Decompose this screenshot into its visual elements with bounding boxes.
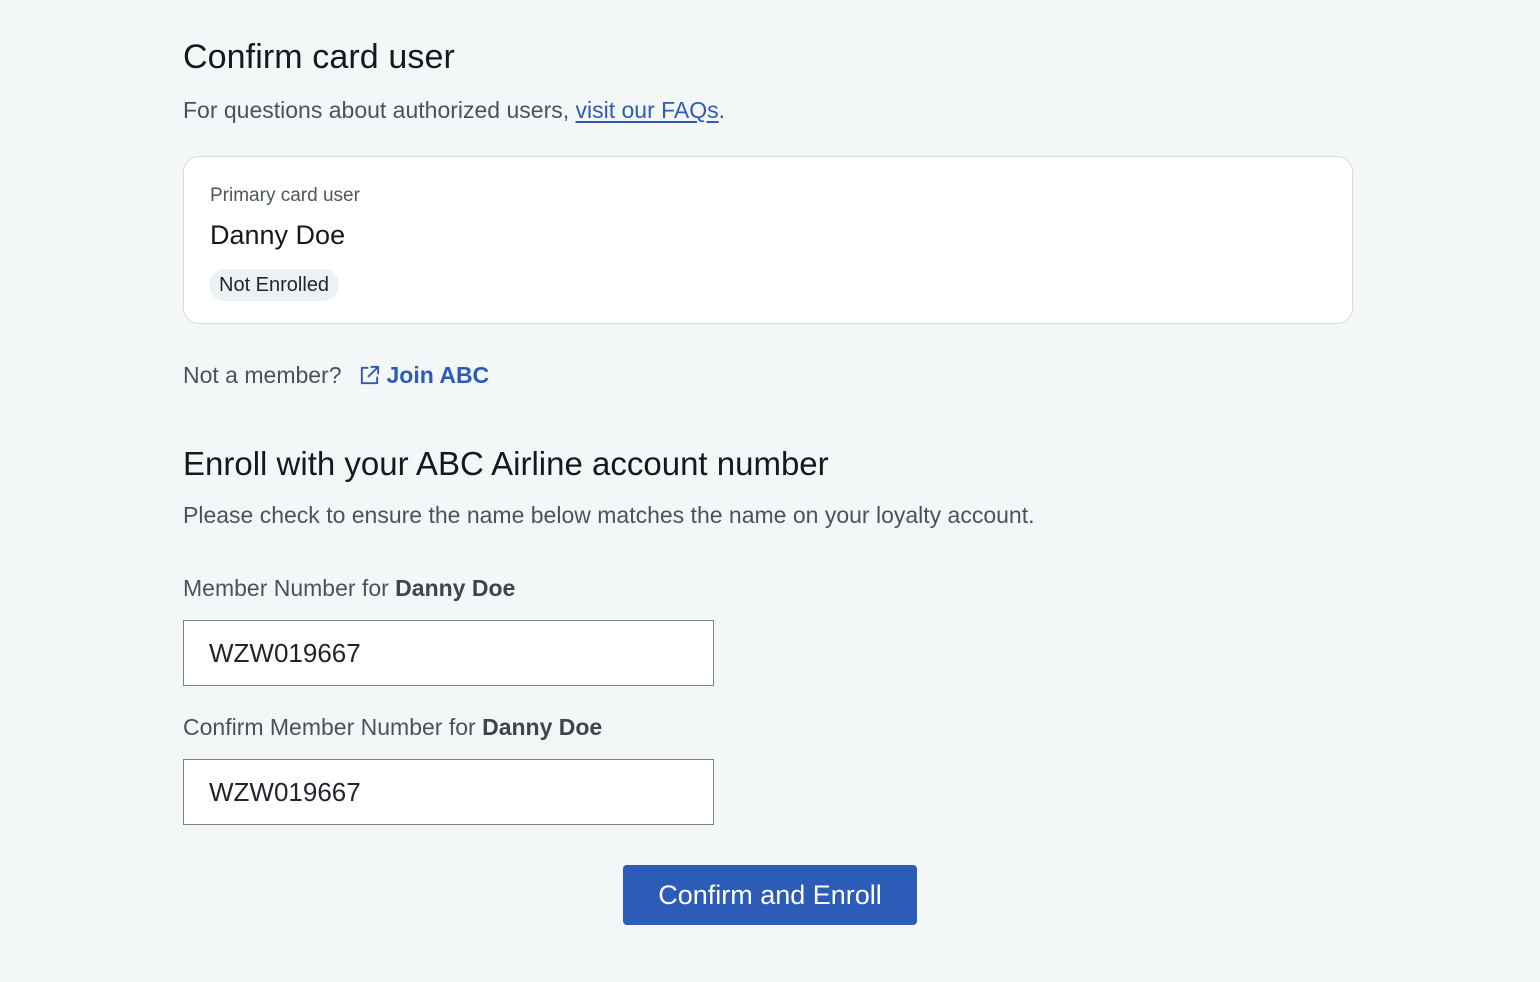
confirm-and-enroll-button[interactable]: Confirm and Enroll (623, 865, 917, 925)
confirm-member-number-label-text: Confirm Member Number for (183, 714, 483, 740)
member-number-label: Member Number for Danny Doe (183, 575, 515, 602)
member-number-input[interactable] (183, 620, 714, 686)
external-link-icon (360, 365, 379, 385)
join-abc-label: Join ABC (386, 362, 490, 388)
status-badge: Not Enrolled (209, 269, 340, 301)
faq-prefix: For questions about authorized users, (183, 97, 576, 123)
faq-link[interactable]: visit our FAQs (576, 97, 719, 123)
page-title: Confirm card user (183, 38, 455, 76)
card-user-label: Primary card user (210, 185, 360, 206)
enroll-section-title: Enroll with your ABC Airline account num… (183, 445, 829, 482)
faq-line: For questions about authorized users, vi… (183, 97, 725, 124)
confirm-member-number-label-name: Danny Doe (482, 714, 603, 740)
primary-card-user-card: Primary card user Danny Doe Not Enrolled (183, 156, 1353, 324)
join-abc-link[interactable]: Join ABC (358, 362, 490, 389)
card-user-name: Danny Doe (210, 220, 346, 250)
member-number-label-name: Danny Doe (395, 575, 516, 601)
member-number-label-text: Member Number for (183, 575, 396, 601)
faq-suffix: . (718, 97, 726, 123)
confirm-member-number-input[interactable] (183, 759, 714, 825)
confirm-member-number-label: Confirm Member Number for Danny Doe (183, 714, 602, 741)
enroll-help-text: Please check to ensure the name below ma… (183, 502, 1035, 528)
not-member-prompt: Not a member? (183, 362, 342, 388)
membership-line: Not a member? Join ABC (183, 362, 489, 389)
